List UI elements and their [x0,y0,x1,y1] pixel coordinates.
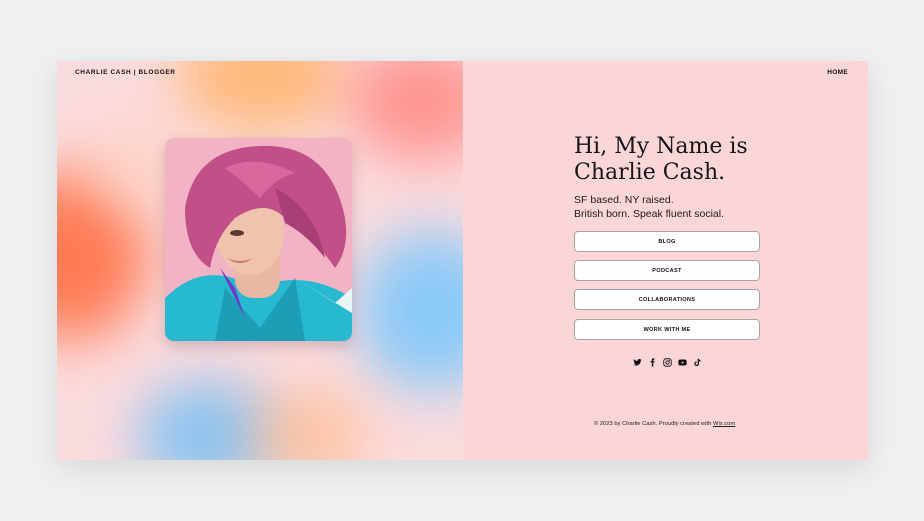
gradient-blob [247,391,367,460]
collaborations-button[interactable]: COLLABORATIONS [574,289,760,310]
work-with-me-button[interactable]: WORK WITH ME [574,319,760,340]
facebook-icon[interactable] [648,358,657,367]
youtube-icon[interactable] [678,358,687,367]
footer-text: © 2023 by Charlie Cash. Proudly created … [594,421,735,427]
subheadline-line: SF based. NY raised. [574,194,674,206]
profile-photo [165,138,352,341]
subheadline-line: British born. Speak fluent social. [574,207,724,220]
right-panel: HOME Hi, My Name is Charlie Cash. SF bas… [463,61,868,460]
gradient-blob [347,61,463,161]
left-panel: CHARLIE CASH | BLOGGER [57,61,463,460]
headline: Hi, My Name is Charlie Cash. [574,134,834,186]
tiktok-icon[interactable] [693,358,702,367]
headline-line: Hi, My Name is [574,134,748,159]
blog-button[interactable]: BLOG [574,231,760,252]
podcast-button[interactable]: PODCAST [574,260,760,281]
copyright-text: © 2023 by Charlie Cash. Proudly created … [594,421,713,427]
gradient-blob [357,231,463,391]
website-frame: CHARLIE CASH | BLOGGER HOME Hi, My Name … [57,61,868,460]
gradient-blob [177,61,347,131]
subheadline: SF based. NY raised. British born. Speak… [574,194,834,221]
twitter-icon[interactable] [633,358,642,367]
headline-line: Charlie Cash. [574,160,726,185]
instagram-icon[interactable] [663,358,672,367]
social-links [633,358,702,367]
site-brand[interactable]: CHARLIE CASH | BLOGGER [75,69,176,76]
wix-link[interactable]: Wix.com [713,421,735,427]
nav-home-link[interactable]: HOME [827,69,848,76]
